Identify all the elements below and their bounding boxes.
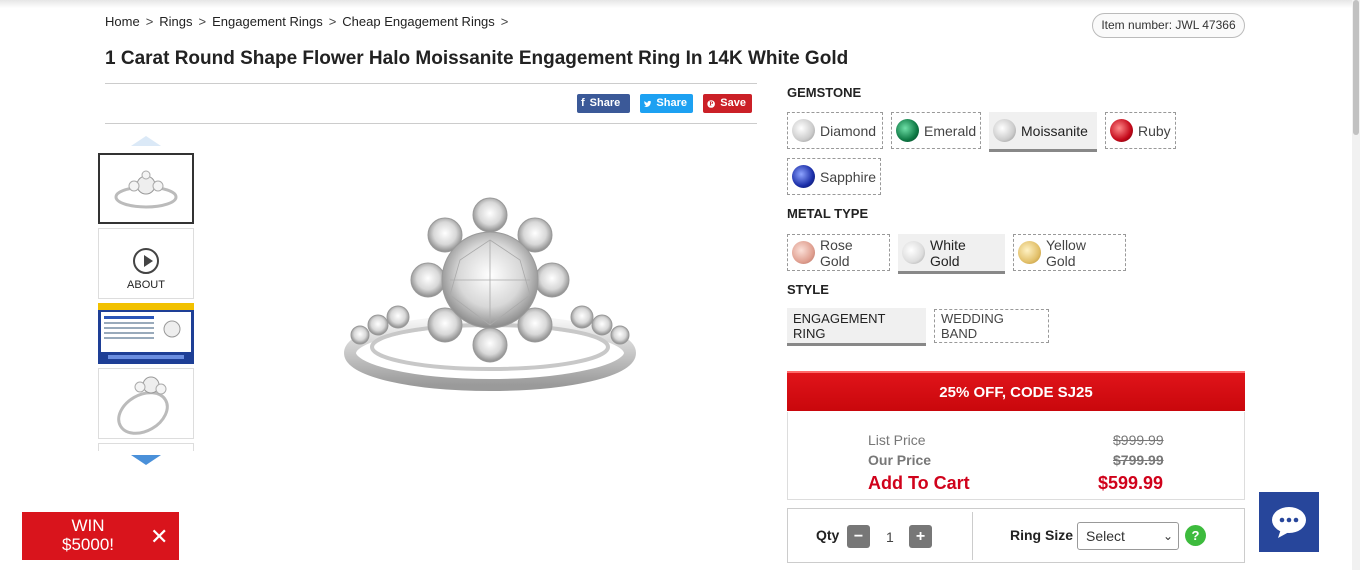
style-option-label: WEDDING BAND xyxy=(941,311,1004,341)
our-price-value: $799.99 xyxy=(1113,452,1164,468)
chevron-down-icon: ⌄ xyxy=(1162,529,1173,543)
yellow-gold-swatch-icon xyxy=(1018,241,1041,264)
divider xyxy=(105,123,757,124)
svg-text:P: P xyxy=(709,101,713,107)
gemstone-option-label: Ruby xyxy=(1138,122,1171,139)
ring-thumbnail-image xyxy=(114,170,178,209)
facebook-icon: f xyxy=(581,97,585,109)
gemstone-option-ruby[interactable]: Ruby xyxy=(1105,112,1176,149)
list-price-value: $999.99 xyxy=(1113,432,1164,448)
gemstone-option-moissanite[interactable]: Moissanite xyxy=(989,112,1097,152)
ring-size-selected: Select xyxy=(1086,528,1125,544)
rose-gold-swatch-icon xyxy=(792,241,815,264)
qty-value[interactable]: 1 xyxy=(886,529,894,545)
our-price-label: Our Price xyxy=(868,452,932,468)
style-option-wedding-band[interactable]: WEDDING BAND xyxy=(934,309,1049,343)
thumbnail-scroll-down-arrow[interactable] xyxy=(131,455,161,465)
win-promo-line2: $5000! xyxy=(62,535,114,554)
chat-bubble-icon xyxy=(1272,507,1306,538)
gemstone-label: GEMSTONE xyxy=(787,85,862,100)
metal-option-label: Yellow Gold xyxy=(1046,236,1086,269)
metal-option-yellow-gold[interactable]: Yellow Gold xyxy=(1013,234,1126,271)
thumbnail-about-video[interactable]: ABOUT xyxy=(98,228,194,299)
list-price-label: List Price xyxy=(868,432,926,448)
twitter-share-button[interactable]: Share xyxy=(640,94,693,113)
gemstone-option-emerald[interactable]: Emerald xyxy=(891,112,981,149)
thumbnail-ring-front[interactable] xyxy=(98,153,194,224)
twitter-icon xyxy=(644,100,652,107)
win-promo-popup[interactable]: WIN $5000! ✕ xyxy=(21,511,180,561)
about-label: ABOUT xyxy=(127,279,165,291)
breadcrumb: Home > Rings > Engagement Rings > Cheap Eng… xyxy=(105,14,508,29)
breadcrumb-separator: > xyxy=(500,14,509,29)
style-label: STYLE xyxy=(787,282,829,297)
pinterest-save-button[interactable]: P Save xyxy=(703,94,752,113)
metal-option-label: Rose Gold xyxy=(820,236,853,269)
divider xyxy=(972,512,973,560)
thumbnail-certificate[interactable] xyxy=(98,303,194,364)
breadcrumb-separator: > xyxy=(198,14,207,29)
gemstone-option-sapphire[interactable]: Sapphire xyxy=(787,158,881,195)
gemstone-option-label: Emerald xyxy=(924,122,977,139)
metal-option-white-gold[interactable]: White Gold xyxy=(898,234,1005,274)
win-promo-line1: WIN xyxy=(71,516,105,535)
ring-size-help-icon[interactable]: ? xyxy=(1185,525,1206,546)
item-number-badge: Item number: JWL 47366 xyxy=(1092,13,1245,38)
product-title: 1 Carat Round Shape Flower Halo Moissani… xyxy=(105,48,849,69)
divider xyxy=(105,83,757,84)
quantity-size-panel: Qty − 1 + Ring Size Select ⌄ ? xyxy=(787,508,1245,563)
qty-increment-button[interactable]: + xyxy=(909,525,932,548)
breadcrumb-separator: > xyxy=(145,14,154,29)
promo-banner: 25% OFF, CODE SJ25 xyxy=(787,371,1245,411)
metal-option-rose-gold[interactable]: Rose Gold xyxy=(787,234,890,271)
thumbnail-ring-side[interactable] xyxy=(98,368,194,439)
add-to-cart-link[interactable]: Add To Cart xyxy=(868,473,970,494)
thumbnail-partial[interactable] xyxy=(98,443,194,451)
gemstone-option-diamond[interactable]: Diamond xyxy=(787,112,883,149)
qty-decrement-button[interactable]: − xyxy=(847,525,870,548)
breadcrumb-home[interactable]: Home xyxy=(105,14,140,29)
chat-widget-button[interactable] xyxy=(1259,492,1319,552)
style-option-label: ENGAGEMENT RING xyxy=(793,310,886,341)
breadcrumb-cheap-engagement-rings[interactable]: Cheap Engagement Rings xyxy=(342,14,495,29)
white-gold-swatch-icon xyxy=(902,241,925,264)
emerald-icon xyxy=(896,119,919,142)
ring-side-thumbnail-image xyxy=(117,376,169,435)
sapphire-icon xyxy=(792,165,815,188)
pinterest-icon: P xyxy=(707,99,715,108)
main-product-image xyxy=(344,197,636,391)
breadcrumb-engagement-rings[interactable]: Engagement Rings xyxy=(212,14,323,29)
facebook-share-button[interactable]: f Share xyxy=(577,94,630,113)
certificate-thumbnail-image xyxy=(98,303,194,364)
breadcrumb-rings[interactable]: Rings xyxy=(159,14,192,29)
header-shadow xyxy=(0,0,1360,8)
style-option-engagement-ring[interactable]: ENGAGEMENT RING xyxy=(787,308,926,346)
ruby-icon xyxy=(1110,119,1133,142)
facebook-share-label: Share xyxy=(589,97,621,109)
page-scrollbar-thumb[interactable] xyxy=(1353,0,1359,135)
metal-option-label: White Gold xyxy=(930,236,966,269)
metal-type-label: METAL TYPE xyxy=(787,206,869,221)
gemstone-option-label: Sapphire xyxy=(820,168,877,185)
play-icon xyxy=(133,248,159,274)
close-icon[interactable]: ✕ xyxy=(150,524,168,550)
gemstone-option-label: Diamond xyxy=(820,122,877,139)
diamond-icon xyxy=(792,119,815,142)
ring-size-label: Ring Size xyxy=(1010,527,1074,543)
pinterest-save-label: Save xyxy=(720,97,746,109)
thumbnail-scroll-up-arrow[interactable] xyxy=(131,136,161,146)
qty-label: Qty xyxy=(816,527,840,543)
gemstone-option-label: Moissanite xyxy=(1021,122,1088,139)
win-promo-text: WIN $5000! xyxy=(22,516,154,554)
breadcrumb-separator: > xyxy=(328,14,337,29)
sale-price-value: $599.99 xyxy=(1098,473,1164,493)
moissanite-icon xyxy=(993,119,1016,142)
twitter-share-label: Share xyxy=(656,97,687,109)
price-box: List Price $999.99 Our Price $799.99 Add… xyxy=(787,412,1245,500)
ring-size-select[interactable]: Select ⌄ xyxy=(1077,522,1179,550)
